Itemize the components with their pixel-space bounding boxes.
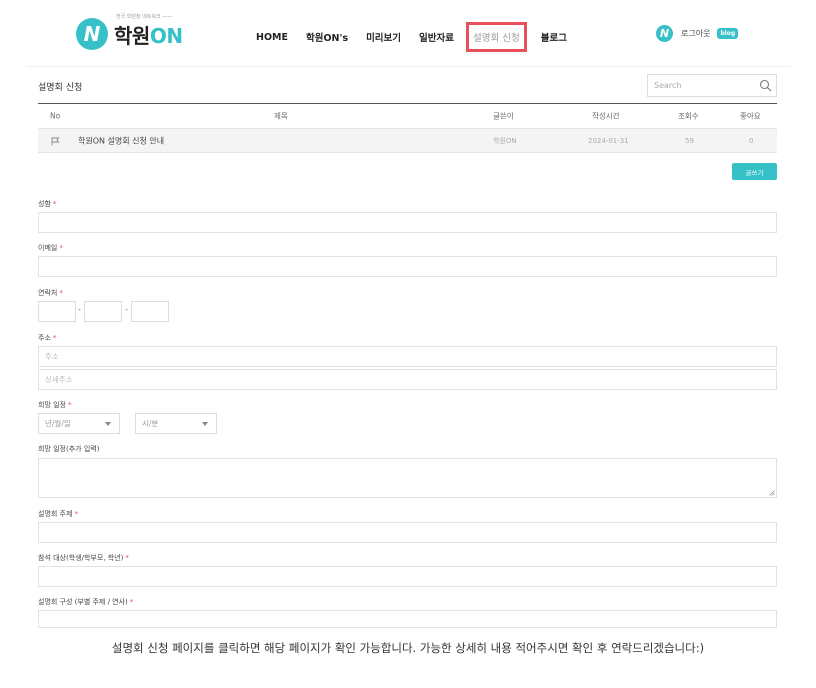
required-mark: *: [52, 334, 57, 342]
audience-label-text: 참석 대상(학생/학부모, 학년): [38, 554, 124, 562]
nav-blog[interactable]: 블로그: [541, 30, 567, 44]
caption-text: 설명회 신청 페이지를 클릭하면 해당 페이지가 확인 가능합니다. 가능한 상…: [111, 641, 705, 655]
logo-name-main: 학원: [114, 23, 150, 48]
address-detail-field[interactable]: [38, 369, 777, 390]
notice-flag-icon: [51, 137, 60, 146]
name-label: 성함 *: [38, 199, 56, 209]
header-divider: [26, 66, 790, 67]
audience-label: 참석 대상(학생/학부모, 학년) *: [38, 553, 129, 563]
date-label-text: 희망 일정: [38, 401, 66, 409]
topic-label-text: 설명회 주제: [38, 510, 73, 518]
required-mark: *: [74, 510, 78, 518]
row-likes: 0: [749, 136, 754, 145]
row-views: 59: [685, 136, 694, 145]
required-mark: *: [59, 289, 63, 297]
date-select[interactable]: 년/월/일: [38, 413, 120, 434]
chevron-down-icon: [105, 422, 111, 426]
structure-label: 설명회 구성 (부별 주제 / 연사) *: [38, 597, 133, 607]
chevron-down-icon: [202, 422, 208, 426]
email-label: 이메일 *: [38, 243, 63, 253]
col-likes: 좋아요: [740, 111, 761, 121]
write-button[interactable]: 글쓰기: [732, 163, 777, 180]
audience-field[interactable]: [38, 566, 777, 587]
date-extra-textarea[interactable]: [38, 458, 777, 498]
time-select-value: 시/분: [142, 419, 159, 428]
email-label-text: 이메일: [38, 244, 58, 252]
phone-field-3[interactable]: [131, 301, 169, 322]
email-field[interactable]: [38, 256, 777, 277]
required-mark: *: [125, 554, 129, 562]
phone-separator: -: [125, 305, 128, 314]
nav-general-materials[interactable]: 일반자료: [419, 30, 454, 44]
topic-label: 설명회 주제 *: [38, 509, 78, 519]
required-mark: *: [68, 401, 72, 409]
col-title: 제목: [274, 111, 288, 121]
resize-handle-icon[interactable]: [769, 490, 775, 496]
nav-hakwon-ons[interactable]: 학원ON's: [306, 30, 348, 44]
phone-field-1[interactable]: [38, 301, 76, 322]
user-avatar-icon: N: [656, 25, 673, 42]
search-box: [647, 74, 777, 97]
phone-label: 연락처 *: [38, 288, 63, 298]
logo-name-on: ON: [149, 23, 183, 48]
time-select[interactable]: 시/분: [135, 413, 217, 434]
blog-badge[interactable]: blog: [717, 28, 739, 39]
site-logo[interactable]: N 전국 학원장 네트워크 —— 학원ON: [76, 14, 183, 50]
col-no: No: [50, 111, 61, 121]
logo-tagline: 전국 학원장 네트워크 ——: [116, 13, 173, 20]
col-date: 작성시간: [592, 111, 620, 121]
date-label: 희망 일정 *: [38, 400, 72, 410]
row-author: 학원ON: [493, 136, 517, 145]
phone-label-text: 연락처: [38, 289, 58, 297]
date-select-value: 년/월/일: [45, 419, 71, 428]
name-label-text: 성함: [38, 200, 51, 208]
required-mark: *: [129, 598, 134, 606]
required-mark: *: [52, 200, 57, 208]
col-author: 글쓴이: [493, 111, 514, 121]
nav-seminar-apply[interactable]: 설명회 신청: [466, 22, 527, 52]
nav-preview[interactable]: 미리보기: [366, 30, 401, 44]
search-icon[interactable]: [759, 79, 772, 92]
logo-name: 학원ON: [114, 24, 183, 48]
name-field[interactable]: [38, 212, 777, 233]
site-header: N 전국 학원장 네트워크 —— 학원ON HOME 학원ON's 미리보기 일…: [0, 0, 816, 66]
address-field[interactable]: [38, 346, 777, 367]
date-extra-label: 희망 일정(추가 입력): [38, 445, 100, 453]
table-header: No 제목 글쓴이 작성시간 조회수 좋아요: [38, 104, 777, 128]
nav-home[interactable]: HOME: [256, 32, 288, 43]
structure-label-text: 설명회 구성 (부별 주제 / 연사): [38, 598, 128, 606]
main-nav: HOME 학원ON's 미리보기 일반자료 설명회 신청 블로그: [256, 22, 585, 52]
topic-field[interactable]: [38, 522, 777, 543]
row-date: 2024-01-31: [588, 136, 629, 145]
col-views: 조회수: [678, 111, 699, 121]
search-input[interactable]: [648, 75, 758, 96]
user-area: N 로그아웃 blog: [656, 25, 739, 42]
required-mark: *: [59, 244, 63, 252]
board-title: 설명회 신청: [38, 83, 83, 93]
table-row[interactable]: 학원ON 설명회 신청 안내 학원ON 2024-01-31 59 0: [38, 128, 777, 153]
address-label: 주소 *: [38, 333, 56, 343]
phone-field-2[interactable]: [84, 301, 122, 322]
structure-field[interactable]: [38, 610, 777, 628]
address-label-text: 주소: [38, 334, 51, 342]
logo-n-icon: N: [76, 18, 108, 50]
logout-link[interactable]: 로그아웃: [681, 28, 710, 39]
logo-text: 전국 학원장 네트워크 —— 학원ON: [114, 14, 183, 49]
phone-separator: -: [78, 305, 81, 314]
row-title[interactable]: 학원ON 설명회 신청 안내: [78, 135, 164, 146]
